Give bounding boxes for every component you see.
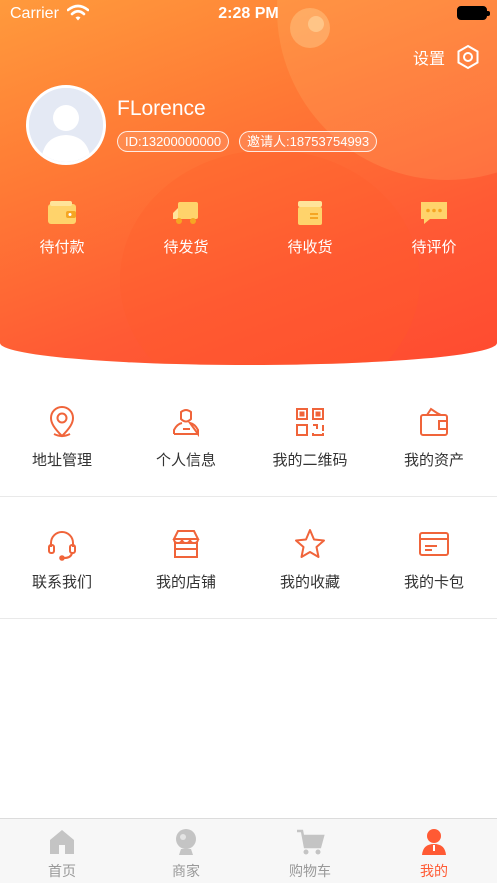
merchant-icon — [176, 829, 196, 855]
assets-icon — [420, 407, 448, 436]
tab-profile[interactable]: 我的 — [372, 827, 496, 881]
cart-icon — [297, 829, 325, 855]
menu-favorites[interactable]: 我的收藏 — [248, 527, 372, 592]
menu-assets[interactable]: 我的资产 — [372, 405, 496, 470]
comment-icon — [421, 202, 447, 224]
order-pending-shipment[interactable]: 待发货 — [136, 198, 236, 257]
inviter-badge: 邀请人:18753754993 — [239, 131, 378, 152]
menu-label: 地址管理 — [31, 452, 92, 469]
user-silhouette-icon — [29, 88, 103, 162]
battery-icon — [457, 6, 490, 20]
truck-icon — [173, 202, 198, 224]
tab-cart[interactable]: 购物车 — [248, 827, 372, 881]
store-icon — [172, 530, 200, 558]
order-pending-receipt[interactable]: 待收货 — [260, 198, 360, 257]
order-status-bar: 待付款 待发货 待收货 待评价 — [0, 198, 497, 268]
settings-label: 设置 — [412, 51, 445, 68]
order-label: 待评价 — [411, 239, 457, 256]
tab-label: 商家 — [172, 863, 200, 879]
package-icon — [298, 201, 322, 225]
gear-icon — [457, 44, 479, 70]
location-icon — [49, 406, 75, 438]
menu-row: 联系我们 我的店铺 我的收藏 我的卡包 — [0, 497, 497, 619]
settings-button[interactable]: 设置 — [413, 44, 481, 70]
tab-label: 购物车 — [289, 863, 331, 879]
person-icon — [173, 409, 199, 438]
order-label: 待付款 — [39, 239, 85, 256]
menu-qrcode[interactable]: 我的二维码 — [248, 405, 372, 470]
profile-icon — [422, 829, 446, 855]
card-icon — [419, 532, 449, 556]
menu-card-wallet[interactable]: 我的卡包 — [372, 527, 496, 592]
user-id-badge: ID:13200000000 — [117, 131, 230, 152]
status-bar: Carrier 2:28 PM — [0, 0, 497, 28]
menu-label: 我的收藏 — [279, 574, 340, 591]
menu-label: 我的卡包 — [403, 574, 464, 591]
tab-label: 首页 — [48, 863, 76, 879]
qrcode-icon — [296, 408, 324, 436]
menu-personal-info[interactable]: 个人信息 — [124, 405, 248, 470]
tab-label: 我的 — [420, 863, 448, 879]
menu-label: 我的二维码 — [272, 452, 348, 469]
clock: 2:28 PM — [218, 5, 279, 22]
menu-my-store[interactable]: 我的店铺 — [124, 527, 248, 592]
username: FLorence — [117, 97, 206, 120]
menu-label: 联系我们 — [31, 574, 92, 591]
menu-label: 个人信息 — [155, 452, 216, 469]
menu-contact[interactable]: 联系我们 — [0, 527, 124, 592]
tab-bar: 首页 商家 购物车 我的 — [0, 818, 497, 883]
wallet-icon — [48, 201, 76, 224]
avatar[interactable] — [26, 85, 106, 165]
menu-label: 我的资产 — [403, 452, 464, 469]
tab-merchant[interactable]: 商家 — [124, 827, 248, 881]
menu-address[interactable]: 地址管理 — [0, 405, 124, 470]
order-pending-review[interactable]: 待评价 — [384, 198, 484, 257]
order-pending-payment[interactable]: 待付款 — [12, 198, 112, 257]
home-icon — [50, 830, 74, 854]
headset-icon — [48, 531, 76, 561]
profile-header: Carrier 2:28 PM 设置 FLorence ID:132000000… — [0, 0, 497, 365]
order-label: 待收货 — [287, 239, 333, 256]
menu-row: 地址管理 个人信息 我的二维码 我的资产 — [0, 375, 497, 497]
order-label: 待发货 — [163, 239, 209, 256]
tab-home[interactable]: 首页 — [0, 827, 124, 881]
star-icon — [295, 529, 325, 558]
menu-label: 我的店铺 — [155, 574, 216, 591]
